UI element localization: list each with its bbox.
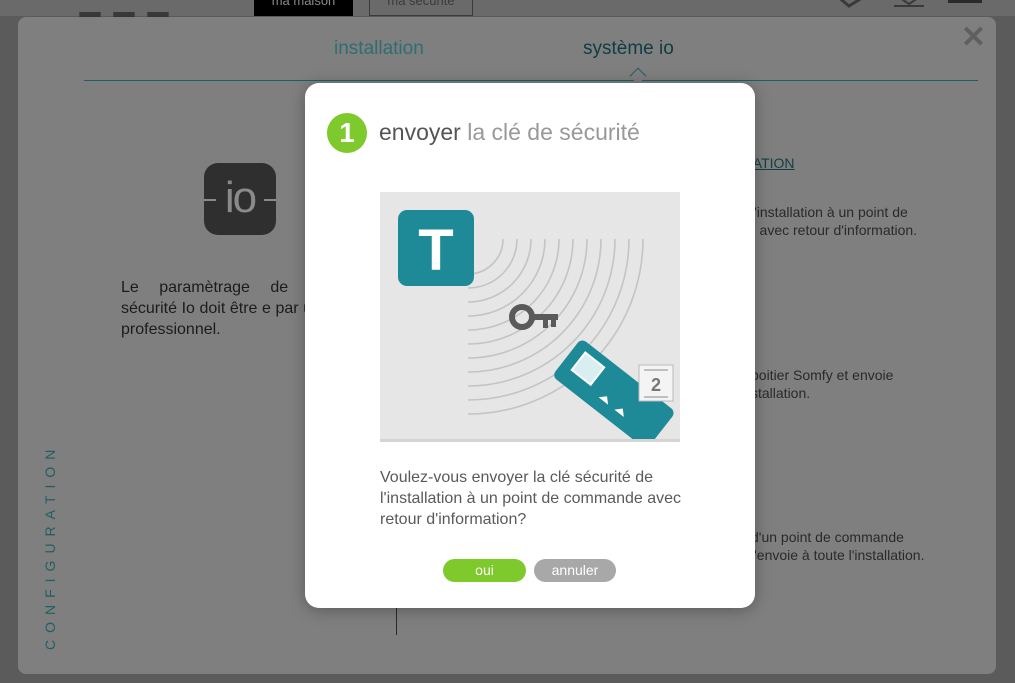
tab-installation[interactable]: installation — [334, 38, 424, 60]
cancel-button[interactable]: annuler — [534, 559, 616, 582]
active-tab-pointer — [629, 67, 647, 85]
brand-logo[interactable]: ▁▁▁ — [80, 0, 220, 16]
io-logo: io — [204, 163, 276, 235]
box-letter: T — [418, 218, 453, 283]
option-description-3: d'un point de commande l'envoie à toute … — [751, 529, 925, 563]
dialog-title: envoyer la clé de sécurité — [379, 119, 640, 146]
mail-icon[interactable] — [892, 0, 926, 8]
tab-ma-maison[interactable]: ma maison — [254, 0, 353, 16]
step-number-badge: 1 — [327, 113, 367, 153]
option-description-1: l'installation à un point de ) avec reto… — [751, 204, 918, 238]
dialog-title-object: la clé de sécurité — [467, 119, 640, 145]
tab-ma-securite[interactable]: ma sécurité — [369, 0, 473, 16]
tab-systeme-io[interactable]: système io — [583, 38, 674, 60]
intro-text: Le paramètrage de la sécurité Io doit êt… — [121, 279, 321, 338]
config-nav — [84, 80, 978, 81]
key-icon — [509, 304, 558, 330]
security-key-illustration: T 2 — [380, 192, 680, 442]
close-icon[interactable]: ✕ — [961, 23, 986, 53]
menu-icon[interactable] — [948, 0, 984, 8]
dialog-title-action: envoyer — [379, 119, 461, 145]
send-key-dialog: 1 envoyer la clé de sécurité T 2 Voulez-… — [305, 83, 755, 608]
two-way-badge-number: 2 — [651, 375, 661, 395]
network-icon[interactable] — [835, 0, 869, 8]
configuration-vertical-label: CONFIGURATION — [42, 442, 58, 650]
top-bar: ▁▁▁ ma maison ma sécurité — [0, 0, 1015, 16]
confirmation-question: Voulez-vous envoyer la clé sécurité de l… — [380, 469, 682, 528]
confirm-button[interactable]: oui — [443, 559, 526, 582]
option-description-2: boitier Somfy et envoie stallation. — [751, 367, 894, 401]
